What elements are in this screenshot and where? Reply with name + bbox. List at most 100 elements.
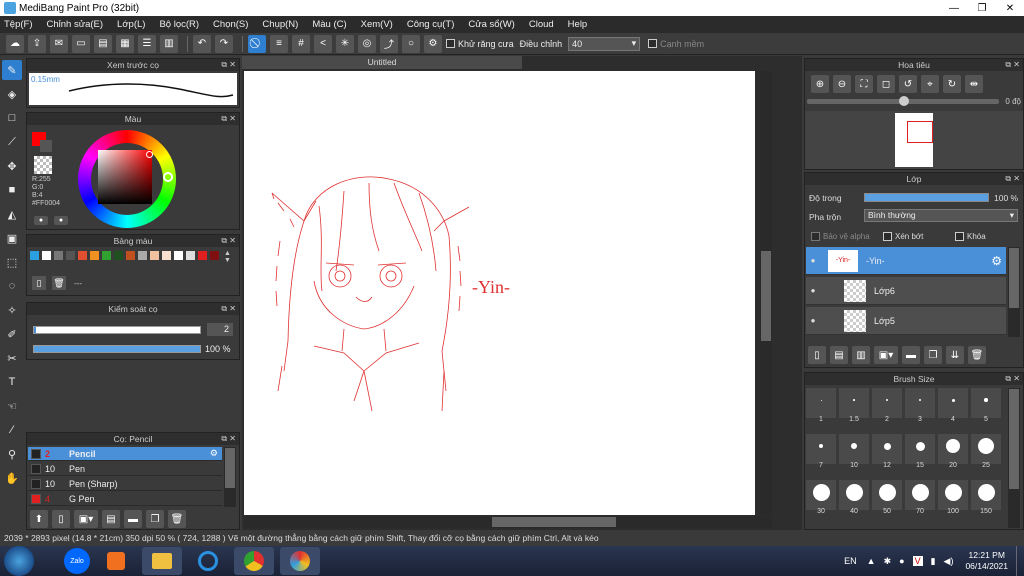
close-button[interactable]: ✕ [996, 0, 1024, 16]
trash-icon[interactable]: 🗑 [168, 510, 186, 528]
panel-expand-icon[interactable]: ⧉ ✕ [221, 59, 236, 71]
scrollbar-thumb[interactable] [492, 517, 616, 527]
brush-size-cell[interactable] [905, 434, 935, 464]
zalo-app-icon[interactable]: Zalo [64, 548, 90, 574]
rotate-left-icon[interactable]: ↺ [899, 75, 917, 93]
brush-size-cell[interactable] [872, 480, 902, 510]
protect-alpha-option[interactable]: Bảo vệ alpha [811, 232, 870, 241]
edge-checkbox[interactable] [648, 39, 658, 48]
add-layer-dropdown-icon[interactable]: ▣▾ [874, 346, 898, 364]
language-indicator[interactable]: EN [844, 556, 857, 566]
menu-cloud[interactable]: Cloud [529, 19, 554, 30]
palette-swatch[interactable] [198, 251, 207, 260]
brush-size-cell[interactable] [872, 388, 902, 418]
text-tool-icon[interactable]: T [2, 372, 22, 392]
grid-icon[interactable]: ▦ [116, 34, 134, 53]
brush-item-pen[interactable]: 10 Pen [28, 462, 222, 476]
tray-app-icon[interactable]: ● [899, 556, 904, 566]
lock-checkbox[interactable] [955, 232, 964, 241]
palette-swatch[interactable] [102, 251, 111, 260]
color-mode-button[interactable]: ● [34, 216, 48, 225]
undo-icon[interactable]: ↶ [193, 34, 211, 53]
brush-size-cell[interactable] [938, 388, 968, 418]
curve-snap-icon[interactable]: ⤴ [380, 34, 398, 53]
rotation-slider-thumb[interactable] [899, 96, 909, 106]
visibility-icon[interactable]: ● [806, 256, 820, 265]
fill-rect-tool-icon[interactable]: ■ [2, 180, 22, 200]
trash-icon[interactable]: 🗑 [968, 346, 986, 364]
gradient-tool-icon[interactable]: ▣ [2, 228, 22, 248]
panel-expand-icon[interactable]: ⧉ ✕ [221, 113, 236, 125]
select-tool-icon[interactable]: ⬚ [2, 252, 22, 272]
drawing-canvas[interactable]: -Yin- [244, 71, 755, 515]
magic-wand-tool-icon[interactable]: ✧ [2, 300, 22, 320]
medibang-taskbar-icon[interactable] [280, 547, 320, 575]
snap-settings-icon[interactable]: ⚙ [424, 34, 442, 53]
brush-size-cell[interactable] [806, 480, 836, 510]
document-tab[interactable]: Untitled [242, 56, 522, 69]
chrome-icon[interactable] [234, 547, 274, 575]
clipping-option[interactable]: Xén bớt [883, 232, 923, 241]
bucket-tool-icon[interactable]: ◭ [2, 204, 22, 224]
hand-tool-icon[interactable]: ✋ [2, 468, 22, 488]
transparent-color-swatch[interactable] [34, 156, 52, 174]
menu-select[interactable]: Chọn(S) [213, 19, 248, 30]
minimize-button[interactable]: — [940, 0, 968, 16]
flip-icon[interactable]: ⇹ [965, 75, 983, 93]
new-brush-icon[interactable]: ▯ [52, 510, 70, 528]
palette-swatch[interactable] [126, 251, 135, 260]
brush-size-cell[interactable] [971, 480, 1001, 510]
brush-size-cell[interactable] [839, 480, 869, 510]
brush-size-scrollbar[interactable] [1008, 388, 1020, 528]
menu-help[interactable]: Help [568, 19, 588, 30]
brush-size-cell[interactable] [839, 434, 869, 464]
rectangle-tool-icon[interactable]: □ [2, 108, 22, 128]
brush-size-cell[interactable] [971, 388, 1001, 418]
blend-mode-dropdown[interactable]: Bình thường ▾ [864, 209, 1018, 222]
list-icon[interactable]: ☰ [138, 34, 156, 53]
palette-swatch[interactable] [186, 251, 195, 260]
brush-size-slider[interactable] [33, 326, 201, 334]
layer-scrollbar[interactable] [1008, 247, 1020, 337]
ellipse-snap-icon[interactable]: ○ [402, 34, 420, 53]
palette-swatch[interactable] [54, 251, 63, 260]
zoom-out-icon[interactable]: ⊖ [833, 75, 851, 93]
menu-color[interactable]: Màu (C) [312, 19, 346, 30]
secondary-color-swatch[interactable] [40, 140, 52, 152]
palette-swatch[interactable] [42, 251, 51, 260]
brush-list-scrollbar[interactable] [224, 447, 236, 507]
navigator-preview[interactable] [805, 111, 1023, 169]
rotation-slider[interactable] [807, 96, 999, 106]
file-explorer-icon[interactable] [142, 547, 182, 575]
menu-file[interactable]: Tệp(F) [4, 19, 33, 30]
cross-snap-icon[interactable]: # [292, 34, 310, 53]
color-mode-button[interactable]: ● [54, 216, 68, 225]
hue-marker[interactable] [163, 172, 173, 182]
system-clock[interactable]: 12:21 PM 06/14/2021 [965, 550, 1008, 572]
select-pen-tool-icon[interactable]: ✐ [2, 324, 22, 344]
menu-layer[interactable]: Lớp(L) [117, 19, 145, 30]
share-icon[interactable]: ⇪ [28, 34, 46, 53]
maximize-button[interactable]: ❐ [968, 0, 996, 16]
redo-icon[interactable]: ↷ [215, 34, 233, 53]
page-icon[interactable]: ▭ [72, 34, 90, 53]
palette-swatch[interactable] [138, 251, 147, 260]
protect-alpha-checkbox[interactable] [811, 232, 820, 241]
clipping-checkbox[interactable] [883, 232, 892, 241]
panel-expand-icon[interactable]: ⧉ ✕ [221, 235, 236, 247]
palette-swatch[interactable] [210, 251, 219, 260]
palette-swatch[interactable] [174, 251, 183, 260]
saturation-value-square[interactable] [98, 150, 152, 204]
brush-size-cell[interactable] [806, 388, 836, 418]
layer-row[interactable]: ● -Yin- -Yin- ⚙ [806, 247, 1006, 275]
move-tool-icon[interactable]: ✥ [2, 156, 22, 176]
scrollbar-thumb[interactable] [1009, 248, 1019, 308]
brush-settings-icon[interactable]: ▤ [102, 510, 120, 528]
vanishing-point-icon[interactable]: < [314, 34, 332, 53]
show-desktop-button[interactable] [1016, 546, 1024, 576]
layer-row[interactable]: ● Lớp6 [806, 277, 1006, 305]
opacity-slider[interactable] [33, 345, 201, 353]
palette-swatch[interactable] [30, 251, 39, 260]
actual-size-icon[interactable]: ◻ [877, 75, 895, 93]
folder-icon[interactable]: ▬ [124, 510, 142, 528]
